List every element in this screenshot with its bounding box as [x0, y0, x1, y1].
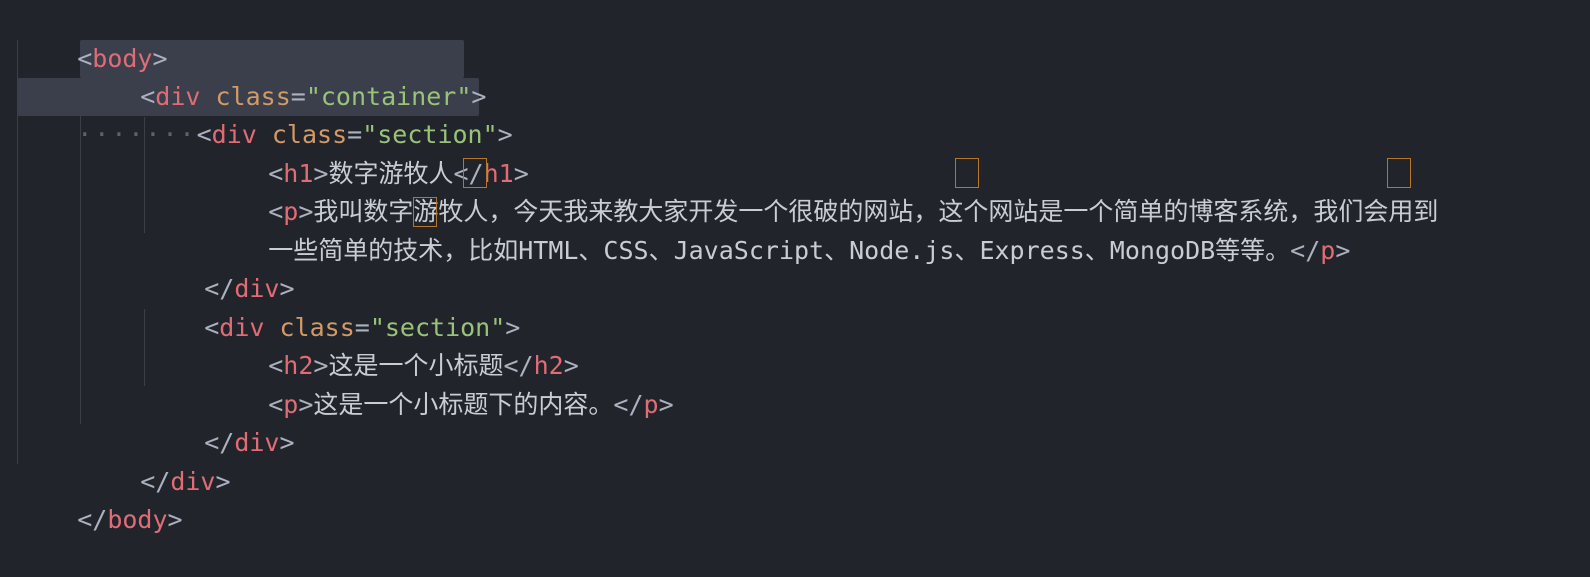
punctuation-marker — [413, 197, 437, 227]
token-punctuation: > — [215, 467, 231, 496]
code-line[interactable]: ·······<div class="section"> — [17, 78, 513, 149]
token-text: 这是一个小标题下的内容。 — [313, 390, 614, 419]
token-tag: p — [1320, 236, 1336, 265]
token-punctuation: </ — [1290, 236, 1321, 265]
code-line[interactable]: <body> — [17, 2, 167, 73]
token-text: 一些简单的技术，比如HTML、CSS、JavaScript、Node.js、Ex… — [268, 236, 1291, 265]
code-editor[interactable]: <body> <div class="container"> ·······<d… — [0, 0, 1590, 534]
token-punctuation: </ — [613, 390, 644, 419]
token-punctuation: > — [1335, 236, 1351, 265]
whitespace-indicator: ······· — [77, 120, 197, 149]
token-punctuation: </ — [77, 505, 108, 534]
punctuation-marker — [1387, 158, 1411, 188]
code-line[interactable]: 一些简单的技术，比如HTML、CSS、JavaScript、Node.js、Ex… — [208, 194, 1350, 265]
code-line[interactable]: <h1>数字游牧人</h1> — [208, 117, 529, 188]
token-punctuation: > — [167, 505, 183, 534]
token-tag: p — [643, 390, 659, 419]
code-line[interactable]: <div class="section"> — [144, 271, 520, 342]
token-punctuation: > — [658, 390, 674, 419]
code-line[interactable]: </div> — [144, 386, 294, 457]
punctuation-marker — [463, 158, 487, 188]
code-line[interactable]: <p>我叫数字游牧人，今天我来教大家开发一个很破的网站，这个网站是一个简单的博客… — [208, 155, 1438, 226]
code-line[interactable]: </body> — [17, 463, 182, 534]
code-line[interactable]: </div> — [144, 232, 294, 303]
token-punctuation: > — [279, 428, 295, 457]
code-line[interactable]: </div> — [80, 425, 230, 496]
code-line[interactable]: <p>这是一个小标题下的内容。</p> — [208, 348, 673, 419]
token-punctuation: > — [298, 390, 314, 419]
code-line[interactable]: <h2>这是一个小标题</h2> — [208, 309, 579, 380]
punctuation-marker — [955, 158, 979, 188]
token-tag: body — [107, 505, 168, 534]
token-tag: div — [234, 428, 280, 457]
code-line[interactable]: <div class="container"> — [80, 40, 486, 111]
